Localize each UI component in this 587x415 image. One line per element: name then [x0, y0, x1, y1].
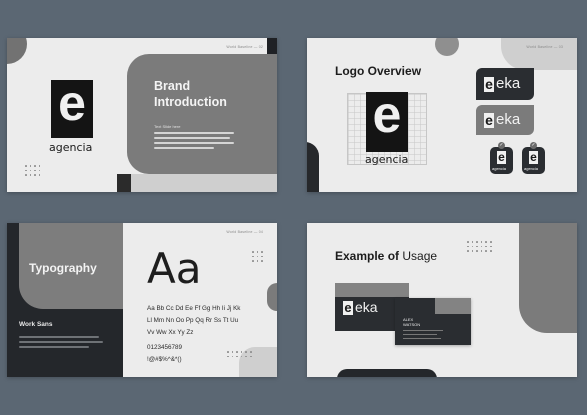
card-text-line: [403, 338, 441, 340]
placeholder-text-line: [19, 341, 103, 343]
alphabet-line: Aa Bb Cc Dd Ee Ff Gg Hh Ii Jj Kk: [147, 305, 241, 312]
chip-letter: e: [529, 150, 538, 164]
font-name: Work Sans: [19, 321, 53, 328]
slide-brand-introduction[interactable]: World Baseline — 02 e agencia Brand Intr…: [7, 38, 277, 192]
chip-letter: e: [484, 76, 494, 92]
logo-variant-small: e agencia: [522, 147, 545, 174]
card-text-line: [403, 334, 437, 336]
alphabet-line: Vv Ww Xx Yy Zz: [147, 329, 194, 336]
slide-number: World Baseline — 03: [526, 45, 563, 49]
placeholder-text-line: [154, 142, 234, 144]
slide-title: Brand Introduction: [154, 79, 264, 110]
dot-pattern: [467, 241, 492, 252]
check-icon: ✓: [530, 142, 537, 149]
decorative-panel: [501, 38, 577, 70]
slide-typography[interactable]: World Baseline — 04 Typography Work Sans…: [7, 223, 277, 377]
logo-wordmark: agencia: [365, 153, 409, 166]
logo-variant-dark: e eka: [476, 68, 534, 100]
dot-pattern: [252, 251, 263, 262]
decorative-circle: [7, 38, 27, 64]
card-band: [435, 298, 471, 314]
decorative-strip: [117, 174, 277, 192]
title-bold: Example of: [335, 249, 400, 263]
chip-letter: e: [484, 112, 494, 128]
placeholder-text-line: [154, 132, 234, 134]
placeholder-text-line: [19, 346, 89, 348]
slide-logo-overview[interactable]: World Baseline — 03 Logo Overview e agen…: [307, 38, 577, 192]
slide-subtitle: Text Slide here: [154, 124, 181, 129]
font-specimen: Aa: [147, 244, 202, 293]
slide-number: World Baseline — 02: [226, 45, 263, 49]
placeholder-text-line: [154, 147, 214, 149]
title-line-2: Introduction: [154, 94, 227, 109]
card-surname: WATSON: [403, 322, 421, 327]
dot-pattern: [227, 351, 252, 358]
chip-small-word: agencia: [524, 166, 539, 171]
title-rest: Usage: [399, 249, 438, 263]
agencia-logo-mark: e: [51, 75, 93, 138]
decorative-circle: [435, 38, 459, 56]
title-panel: [127, 54, 277, 174]
card-word: eka: [355, 299, 378, 315]
decorative-panel: [519, 223, 577, 333]
card-text-line: [403, 330, 443, 332]
chip-word: eka: [496, 75, 521, 92]
slide-title: Typography: [29, 261, 97, 275]
character-set: Aa Bb Cc Dd Ee Ff Gg Hh Ii Jj Kk Ll Mm N…: [147, 303, 277, 366]
chip-word: eka: [496, 111, 521, 128]
logo-variant-small: e agencia: [490, 147, 513, 174]
chip-letter: e: [497, 150, 506, 164]
decorative-tab: [307, 142, 319, 192]
logo-variant-grey: e eka: [476, 105, 534, 135]
slide-example-of-usage[interactable]: Example of Usage e eka ALEX WATSON: [307, 223, 577, 377]
symbols-line: !@#$%^&*(): [147, 356, 182, 363]
title-line-1: Brand: [154, 79, 191, 93]
logo-wordmark: agencia: [49, 141, 93, 154]
numbers-line: 0123456789: [147, 344, 183, 351]
decorative-tab: [337, 369, 437, 377]
card-letter: e: [343, 300, 353, 315]
card-name: ALEX WATSON: [403, 317, 420, 327]
slide-number: World Baseline — 04: [226, 230, 263, 234]
placeholder-text-line: [19, 336, 99, 338]
alphabet-line: Ll Mm Nn Oo Pp Qq Rr Ss Tt Uu: [147, 317, 239, 324]
placeholder-text-line: [154, 137, 230, 139]
slide-title: Example of Usage: [335, 249, 437, 263]
card-stripe: [335, 283, 409, 297]
slide-title: Logo Overview: [335, 64, 422, 78]
agencia-logo-mark: e: [366, 86, 408, 152]
decorative-block: [117, 174, 131, 192]
business-card-back: ALEX WATSON: [395, 298, 471, 345]
dot-pattern: [25, 165, 41, 176]
logo-letter: e: [372, 86, 402, 144]
check-icon: ✓: [498, 142, 505, 149]
logo-letter: e: [58, 75, 86, 131]
chip-small-word: agencia: [492, 166, 507, 171]
